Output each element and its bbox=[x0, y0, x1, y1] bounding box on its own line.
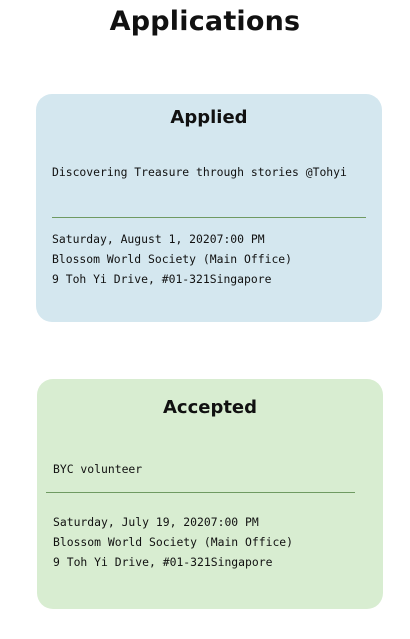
page-title: Applications bbox=[109, 6, 301, 37]
event-datetime: Saturday, August 1, 20207:00 PM bbox=[52, 232, 265, 246]
event-address: 9 Toh Yi Drive, #01-321Singapore bbox=[53, 555, 273, 569]
application-card-accepted[interactable]: Accepted BYC volunteer Saturday, July 19… bbox=[37, 379, 383, 609]
event-address: 9 Toh Yi Drive, #01-321Singapore bbox=[52, 272, 272, 286]
card-divider bbox=[52, 217, 366, 218]
event-venue: Blossom World Society (Main Office) bbox=[52, 252, 293, 266]
event-details: Saturday, August 1, 20207:00 PM Blossom … bbox=[52, 229, 372, 289]
card-divider bbox=[46, 492, 355, 493]
event-venue: Blossom World Society (Main Office) bbox=[53, 535, 294, 549]
card-status-title: Applied bbox=[170, 107, 248, 128]
card-status-title: Accepted bbox=[162, 397, 258, 418]
event-datetime: Saturday, July 19, 20207:00 PM bbox=[53, 515, 259, 529]
event-name: BYC volunteer bbox=[53, 462, 143, 476]
event-details: Saturday, July 19, 20207:00 PM Blossom W… bbox=[53, 512, 373, 572]
application-card-applied[interactable]: Applied Discovering Treasure through sto… bbox=[36, 94, 382, 322]
event-name: Discovering Treasure through stories @To… bbox=[52, 165, 347, 179]
